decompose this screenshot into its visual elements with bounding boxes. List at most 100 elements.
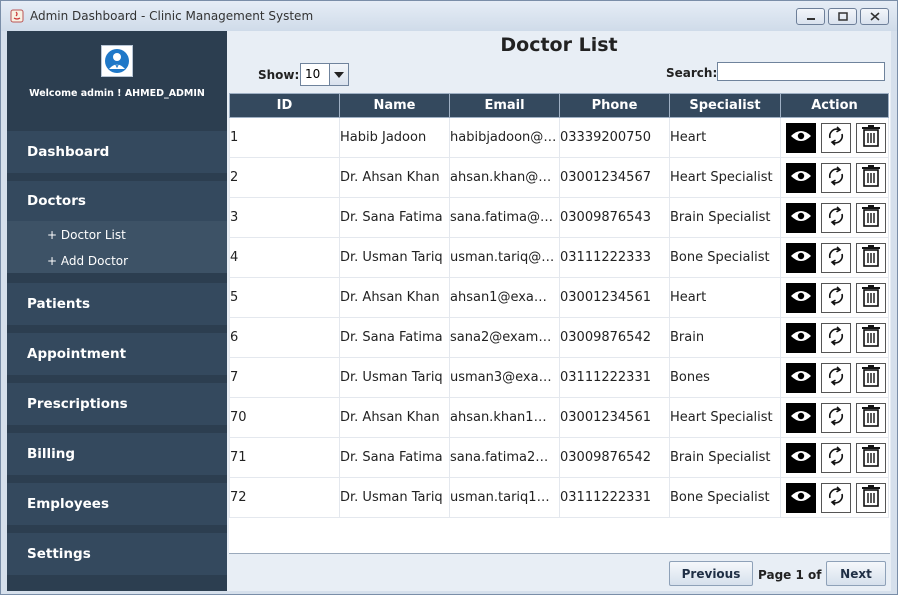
- next-button[interactable]: Next: [826, 561, 886, 586]
- eye-icon: [790, 449, 812, 467]
- eye-icon: [790, 289, 812, 307]
- eye-icon: [790, 369, 812, 387]
- id-cell: 70: [229, 397, 340, 438]
- update-button[interactable]: [821, 402, 851, 433]
- page-info: Page 1 of 3: [758, 568, 834, 582]
- column-header-email[interactable]: Email: [449, 93, 560, 118]
- sidebar-item-label: Appointment: [27, 346, 127, 362]
- email-cell: usman.tariq1@...: [449, 477, 560, 518]
- phone-cell: 03339200750: [559, 117, 670, 158]
- update-button[interactable]: [821, 482, 851, 513]
- delete-button[interactable]: [856, 162, 886, 193]
- refresh-icon: [825, 325, 847, 351]
- sidebar-item-appointment[interactable]: Appointment: [7, 333, 227, 375]
- specialist-cell: Brain: [669, 317, 781, 358]
- search-input[interactable]: [717, 62, 885, 81]
- email-cell: ahsan.khan@ex...: [449, 157, 560, 198]
- refresh-icon: [825, 125, 847, 151]
- refresh-icon: [825, 485, 847, 511]
- table-row[interactable]: 2 Dr. Ahsan Khan ahsan.khan@ex... 030012345…: [229, 157, 889, 198]
- view-button[interactable]: [786, 482, 816, 513]
- update-button[interactable]: [821, 322, 851, 353]
- update-button[interactable]: [821, 242, 851, 273]
- column-header-name[interactable]: Name: [339, 93, 450, 118]
- table-row[interactable]: 5 Dr. Ahsan Khan ahsan1@examp... 0300123456…: [229, 277, 889, 318]
- id-cell: 7: [229, 357, 340, 398]
- minimize-button[interactable]: [796, 8, 825, 25]
- sidebar-item-employees[interactable]: Employees: [7, 483, 227, 525]
- column-header-id[interactable]: ID: [229, 93, 340, 118]
- view-button[interactable]: [786, 362, 816, 393]
- view-button[interactable]: [786, 162, 816, 193]
- previous-button[interactable]: Previous: [669, 561, 753, 586]
- update-button[interactable]: [821, 122, 851, 153]
- sidebar-item-settings[interactable]: Settings: [7, 533, 227, 575]
- update-button[interactable]: [821, 282, 851, 313]
- view-button[interactable]: [786, 442, 816, 473]
- view-button[interactable]: [786, 402, 816, 433]
- sidebar-item-billing[interactable]: Billing: [7, 433, 227, 475]
- delete-button[interactable]: [856, 122, 886, 153]
- view-button[interactable]: [786, 242, 816, 273]
- table-header-row: ID Name Email Phone Specialist Action: [229, 93, 889, 118]
- table-row[interactable]: 4 Dr. Usman Tariq usman.tariq@ex... 0311122…: [229, 237, 889, 278]
- name-cell: Dr. Sana Fatima: [339, 317, 450, 358]
- minimize-icon: [806, 17, 815, 20]
- id-cell: 71: [229, 437, 340, 478]
- delete-button[interactable]: [856, 482, 886, 513]
- table-row[interactable]: 72 Dr. Usman Tariq usman.tariq1@... 0311122…: [229, 477, 889, 518]
- column-header-action: Action: [780, 93, 889, 118]
- column-header-specialist[interactable]: Specialist: [669, 93, 781, 118]
- maximize-button[interactable]: [828, 8, 857, 25]
- delete-button[interactable]: [856, 282, 886, 313]
- delete-button[interactable]: [856, 202, 886, 233]
- view-button[interactable]: [786, 202, 816, 233]
- submenu-item-add-doctor[interactable]: + Add Doctor: [47, 254, 128, 268]
- table-row[interactable]: 1 Habib Jadoon habibjadoon@g... 03339200750…: [229, 117, 889, 158]
- table-body: 1 Habib Jadoon habibjadoon@g... 03339200750…: [229, 117, 889, 518]
- table-row[interactable]: 7 Dr. Usman Tariq usman3@exam... 0311122233…: [229, 357, 889, 398]
- delete-button[interactable]: [856, 362, 886, 393]
- update-button[interactable]: [821, 442, 851, 473]
- refresh-icon: [825, 245, 847, 271]
- sidebar-item-prescriptions[interactable]: Prescriptions: [7, 383, 227, 425]
- column-header-phone[interactable]: Phone: [559, 93, 670, 118]
- view-button[interactable]: [786, 282, 816, 313]
- delete-button[interactable]: [856, 442, 886, 473]
- action-cell: [780, 237, 889, 278]
- close-button[interactable]: [860, 8, 889, 25]
- welcome-message: Welcome admin ! AHMED_ADMIN: [29, 88, 205, 99]
- chevron-down-icon[interactable]: [329, 64, 348, 85]
- show-entries-value: 10: [305, 67, 321, 81]
- view-button[interactable]: [786, 122, 816, 153]
- table-row[interactable]: 71 Dr. Sana Fatima sana.fatima2@e... 030098…: [229, 437, 889, 478]
- table-row[interactable]: 6 Dr. Sana Fatima sana2@exampl... 030098765…: [229, 317, 889, 358]
- table-row[interactable]: 70 Dr. Ahsan Khan ahsan.khan1@e... 03001234…: [229, 397, 889, 438]
- submenu-item-doctor-list[interactable]: + Doctor List: [47, 228, 126, 242]
- action-cell: [780, 477, 889, 518]
- delete-button[interactable]: [856, 402, 886, 433]
- delete-button[interactable]: [856, 242, 886, 273]
- name-cell: Dr. Sana Fatima: [339, 197, 450, 238]
- phone-cell: 03001234561: [559, 397, 670, 438]
- search-label: Search:: [666, 66, 718, 80]
- action-buttons: [782, 362, 888, 393]
- table-row[interactable]: 3 Dr. Sana Fatima sana.fatima@ex... 0300987…: [229, 197, 889, 238]
- phone-cell: 03111222333: [559, 237, 670, 278]
- sidebar-item-patients[interactable]: Patients: [7, 283, 227, 325]
- name-cell: Dr. Usman Tariq: [339, 357, 450, 398]
- email-cell: usman.tariq@ex...: [449, 237, 560, 278]
- action-cell: [780, 277, 889, 318]
- update-button[interactable]: [821, 202, 851, 233]
- update-button[interactable]: [821, 162, 851, 193]
- action-cell: [780, 197, 889, 238]
- sidebar-item-label: Doctors: [27, 193, 86, 209]
- specialist-cell: Brain Specialist: [669, 197, 781, 238]
- sidebar-item-dashboard[interactable]: Dashboard: [7, 131, 227, 173]
- view-button[interactable]: [786, 322, 816, 353]
- sidebar-item-doctors[interactable]: Doctors: [7, 181, 227, 221]
- specialist-cell: Bone Specialist: [669, 477, 781, 518]
- delete-button[interactable]: [856, 322, 886, 353]
- update-button[interactable]: [821, 362, 851, 393]
- show-entries-select[interactable]: 10: [300, 63, 349, 86]
